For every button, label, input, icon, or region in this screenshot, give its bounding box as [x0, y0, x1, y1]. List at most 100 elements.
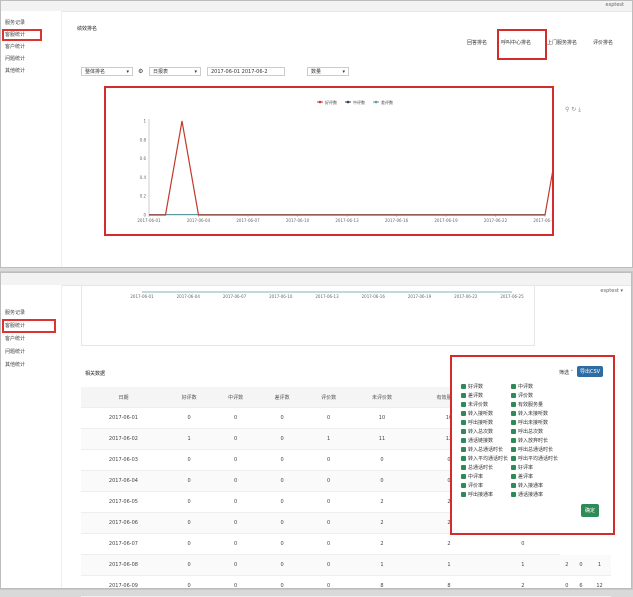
- table-cell: 2017-06-06: [81, 512, 166, 534]
- column-header[interactable]: 日期: [81, 387, 166, 408]
- metric-select[interactable]: 数量 ▾: [307, 67, 349, 76]
- highlight-chart: [104, 86, 554, 236]
- table-row: 2017-06-09 0 0 0 0 8 8 2 0 6 12: [81, 575, 611, 597]
- sidebar-item-customer-stats[interactable]: 客户统计: [5, 335, 25, 342]
- table-cell: 0: [305, 407, 352, 429]
- table-cell: 2017-06-08: [81, 554, 166, 576]
- x-tick-label: 2017-06-13: [315, 294, 339, 299]
- sidebar: 服务记录 客服统计 客户统计 问题统计 其他统计: [1, 285, 62, 588]
- table-cell: 0: [258, 428, 306, 450]
- table-cell: 2: [351, 491, 413, 513]
- chevron-down-icon: ▾: [126, 69, 129, 75]
- table-cell: 0: [212, 407, 259, 429]
- table-cell: 2017-06-07: [81, 533, 166, 555]
- table-cell: 0: [305, 512, 352, 534]
- table-cell: 0: [212, 449, 259, 471]
- settings-icon[interactable]: ⚙: [138, 68, 143, 75]
- section-title: 相关数据: [85, 371, 106, 377]
- table-cell: 0: [165, 407, 213, 429]
- table-row: 2017-06-07 0 0 0 0 2 2 0: [81, 533, 611, 555]
- x-tick-label: 2017-06-25: [500, 294, 524, 299]
- table-cell: 0: [305, 533, 352, 555]
- report-panel-top: esptest 服务记录 客服统计 客户统计 问题统计 其他统计 绩效排名 回答…: [0, 0, 633, 268]
- chart-toolbox-icons[interactable]: ⚲ ↻ ⤓: [565, 106, 581, 114]
- table-cell: 0: [559, 575, 574, 597]
- x-tick-label: 2017-06-10: [269, 294, 293, 299]
- sidebar-item-other-stats[interactable]: 其他统计: [5, 67, 25, 74]
- table-cell: 0: [258, 491, 306, 513]
- table-cell: 2: [485, 575, 560, 597]
- table-cell: 0: [305, 575, 352, 597]
- column-header[interactable]: 好评数: [165, 387, 213, 408]
- table-cell: 10: [351, 407, 413, 429]
- table-cell: 1: [351, 554, 413, 576]
- column-header[interactable]: 差评数: [258, 387, 306, 408]
- table-cell: 0: [305, 554, 352, 576]
- report-panel-bottom: esptest ▾ 服务记录 客服统计 客户统计 问题统计 其他统计 2017-…: [0, 272, 632, 597]
- metric-select-value: 数量: [311, 69, 322, 75]
- user-menu[interactable]: esptest: [606, 2, 624, 8]
- table-cell: 1: [485, 554, 560, 576]
- tab-rating-ranking[interactable]: 评价排名: [593, 39, 613, 46]
- x-tick-label: 2017-06-07: [223, 294, 247, 299]
- period-select[interactable]: 日报表 ▾: [149, 67, 201, 76]
- sidebar-item-service-records[interactable]: 服务记录: [5, 19, 25, 26]
- table-row: 2017-06-08 0 0 0 0 1 1 1 2 0 1: [81, 554, 611, 576]
- table-cell: 0: [258, 575, 306, 597]
- column-header[interactable]: 评价数: [305, 387, 352, 408]
- table-cell: 8: [412, 575, 486, 597]
- table-cell: 0: [305, 449, 352, 471]
- table-cell: 0: [573, 554, 589, 576]
- tab-answer-ranking[interactable]: 回答排名: [467, 39, 487, 46]
- table-cell: 0: [258, 512, 306, 534]
- table-cell: 2017-06-01: [81, 407, 166, 429]
- x-tick-label: 2017-06-04: [177, 294, 201, 299]
- table-cell: 0: [258, 533, 306, 555]
- table-cell: 2017-06-09: [81, 575, 166, 597]
- scope-select[interactable]: 整体排名 ▾: [81, 67, 133, 76]
- chart-tail-axis: 2017-06-01 2017-06-04 2017-06-07 2017-06-10…: [130, 291, 524, 299]
- scope-select-value: 整体排名: [85, 69, 106, 75]
- sidebar-item-service-records[interactable]: 服务记录: [5, 309, 25, 316]
- table-cell: 1: [305, 428, 352, 450]
- top-bar: esptest: [1, 1, 632, 12]
- column-header[interactable]: 未评价数: [351, 387, 413, 408]
- table-cell: 0: [212, 554, 259, 576]
- table-cell: 0: [165, 512, 213, 534]
- sidebar: 服务记录 客服统计 客户统计 问题统计 其他统计: [1, 11, 62, 267]
- table-cell: 2017-06-05: [81, 491, 166, 513]
- table-cell: 0: [165, 575, 213, 597]
- table-cell: 1: [412, 554, 486, 576]
- table-cell: 8: [351, 575, 413, 597]
- tab-onsite-ranking[interactable]: 上门服务排名: [547, 39, 577, 46]
- table-cell: 0: [212, 533, 259, 555]
- chevron-down-icon: ▾: [342, 69, 345, 75]
- table-cell: 1: [588, 554, 611, 576]
- table-cell: 2: [559, 554, 574, 576]
- date-range-input[interactable]: 2017-06-01 2017-06-2: [207, 67, 285, 76]
- table-cell: 2: [351, 512, 413, 534]
- table-cell: 2017-06-02: [81, 428, 166, 450]
- table-cell: 0: [165, 491, 213, 513]
- sidebar-item-other-stats[interactable]: 其他统计: [5, 361, 25, 368]
- table-cell: 2017-06-03: [81, 449, 166, 471]
- table-cell: 0: [165, 554, 213, 576]
- table-cell: 0: [165, 470, 213, 492]
- x-tick-label: 2017-06-22: [454, 294, 478, 299]
- table-cell: 1: [165, 428, 213, 450]
- sidebar-item-issue-stats[interactable]: 问题统计: [5, 55, 25, 62]
- user-menu[interactable]: esptest ▾: [600, 288, 623, 294]
- page-title: 绩效排名: [77, 26, 98, 32]
- table-cell: 12: [588, 575, 611, 597]
- table-cell: 0: [305, 470, 352, 492]
- sidebar-item-customer-stats[interactable]: 客户统计: [5, 43, 25, 50]
- column-header[interactable]: 中评数: [212, 387, 259, 408]
- x-tick-label: 2017-06-01: [130, 294, 154, 299]
- sidebar-item-issue-stats[interactable]: 问题统计: [5, 348, 25, 355]
- table-cell: 0: [485, 533, 560, 555]
- table-cell: 0: [305, 491, 352, 513]
- highlight-active-sidebar: [2, 319, 56, 333]
- table-cell: 11: [351, 428, 413, 450]
- highlight-active-tab: [497, 29, 547, 60]
- highlight-active-sidebar: [2, 29, 42, 41]
